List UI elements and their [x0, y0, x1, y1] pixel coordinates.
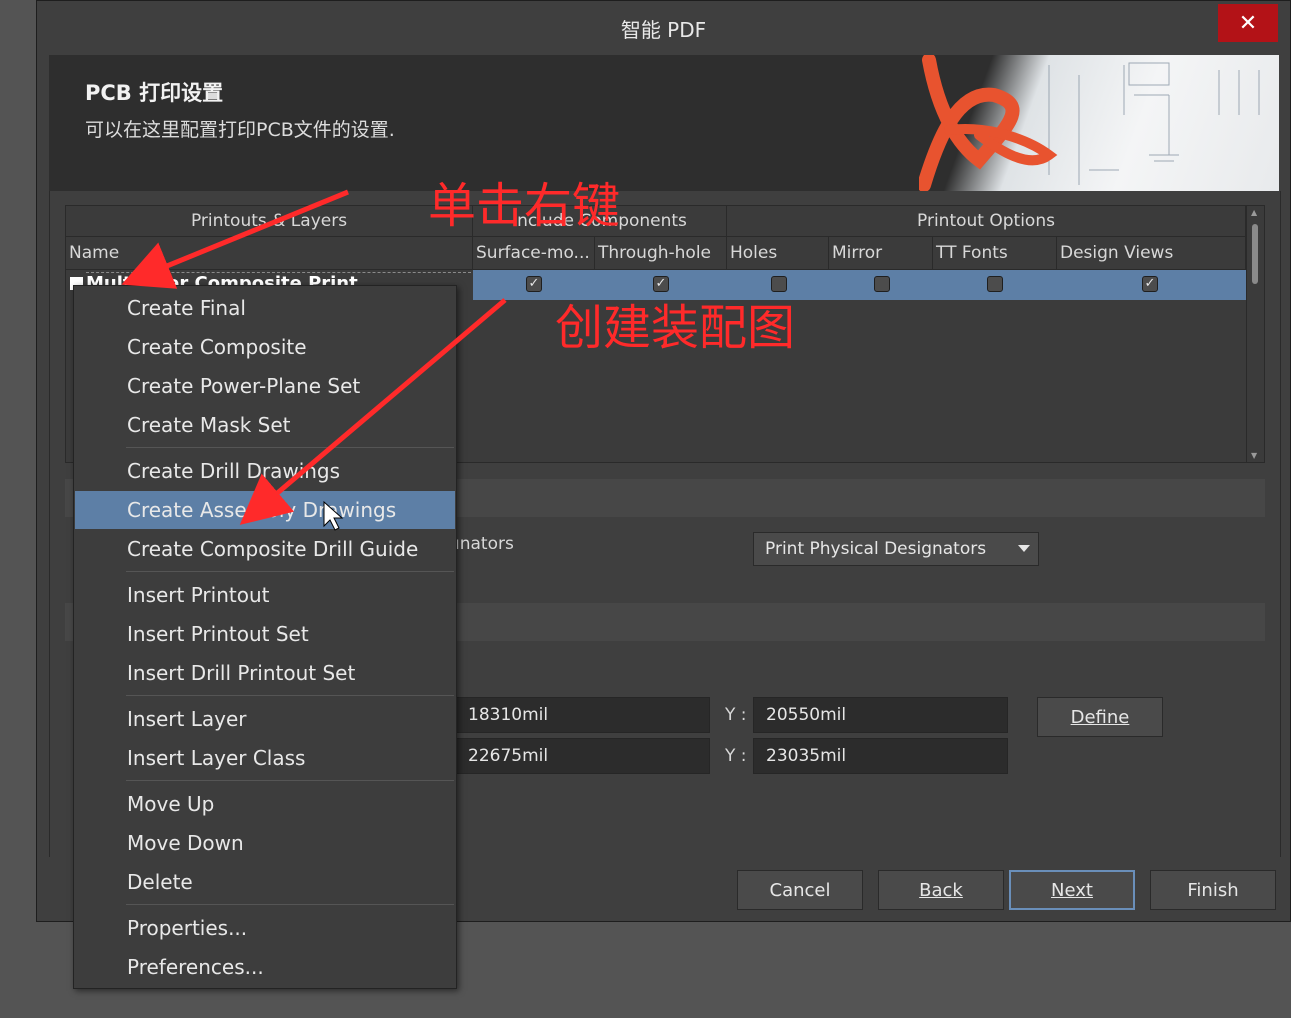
arrow-to-assembly [239, 298, 507, 525]
arrow-to-row [121, 189, 349, 289]
annotation-arrows [121, 189, 507, 531]
mouse-cursor-icon [323, 500, 344, 531]
